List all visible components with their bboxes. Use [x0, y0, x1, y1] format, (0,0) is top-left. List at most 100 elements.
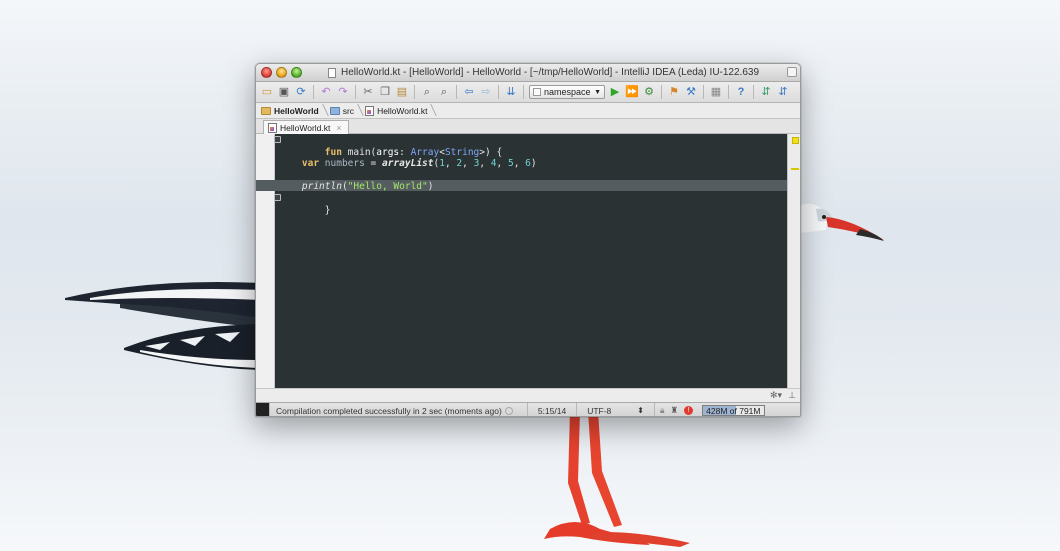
code-line-4: } [274, 192, 791, 216]
comma: , [444, 158, 457, 169]
status-icons: 🔒︎ ♜ ! [654, 403, 698, 416]
project-structure-icon[interactable]: ⚒ [684, 85, 698, 99]
bottom-tool-strip: ✻▾ ⊥ [256, 388, 800, 402]
undo-icon[interactable]: ↶ [319, 85, 333, 99]
coverage-icon[interactable]: ⚙ [642, 85, 656, 99]
paren-close: ) [427, 181, 434, 192]
signature-end: >) { [479, 147, 503, 158]
main-toolbar: ▭ ▣ ⟳ ↶ ↷ ✂ ❐ ▤ ⌕ ⌕ ⇦ ⇨ ⇊ namespace ▼ ▶ … [256, 82, 800, 103]
plugin-icon[interactable]: ⇵ [759, 85, 773, 99]
find-icon[interactable]: ⌕ [420, 85, 434, 99]
pin-icon[interactable]: ⊥ [788, 390, 796, 401]
synchronize-icon[interactable]: ⟳ [294, 85, 308, 99]
comma: , [462, 158, 474, 169]
seagull-head [800, 203, 884, 241]
seagull-legs [544, 411, 690, 547]
forward-icon[interactable]: ⇨ [479, 85, 493, 99]
settings-icon[interactable]: ▦ [709, 85, 723, 99]
run-configuration-select[interactable]: namespace ▼ [529, 85, 605, 99]
breadcrumb-project[interactable]: HelloWorld [261, 106, 326, 116]
kotlin-config-icon [533, 88, 541, 96]
update-icon[interactable]: ⇵ [776, 85, 790, 99]
help-icon[interactable]: ? [734, 85, 748, 99]
breadcrumb-file[interactable]: HelloWorld.kt [365, 105, 434, 116]
toolbar-separator [498, 85, 499, 99]
analysis-status-icon[interactable] [792, 137, 799, 144]
type-string: String [444, 147, 480, 158]
colon: : [399, 147, 411, 158]
cut-icon[interactable]: ✂ [361, 85, 375, 99]
toolbar-separator [523, 85, 524, 99]
window-controls [261, 67, 302, 78]
toolbar-separator [728, 85, 729, 99]
status-bar: Compilation completed successfully in 2 … [256, 402, 800, 416]
back-icon[interactable]: ⇦ [462, 85, 476, 99]
toolbar-separator [355, 85, 356, 99]
debug-icon[interactable]: ⏩ [625, 85, 639, 99]
comma: , [479, 158, 491, 169]
document-icon [328, 67, 336, 78]
run-icon[interactable]: ▶ [608, 85, 622, 99]
gear-icon[interactable]: ✻▾ [770, 390, 782, 401]
error-indicator-icon[interactable]: ! [684, 406, 694, 415]
kotlin-file-icon [268, 123, 277, 133]
redo-icon[interactable]: ↷ [336, 85, 350, 99]
breadcrumb-label: src [342, 105, 355, 116]
open-folder-icon[interactable]: ▭ [260, 85, 274, 99]
assign: = [364, 158, 382, 169]
call-println: println [301, 181, 342, 192]
toolbar-separator [753, 85, 754, 99]
source-folder-icon [329, 106, 340, 115]
paren-close: ) [530, 158, 537, 169]
param-name: args [376, 147, 400, 158]
make-project-icon[interactable]: ⇊ [504, 85, 518, 99]
toolbar-separator [703, 85, 704, 99]
string-literal: "Hello, World" [347, 181, 428, 192]
editor-tabs: HelloWorld.kt × [256, 119, 800, 135]
breadcrumb-label: HelloWorld [274, 105, 319, 116]
kotlin-file-icon [365, 105, 375, 116]
title-bar[interactable]: HelloWorld.kt - [HelloWorld] - HelloWorl… [256, 64, 800, 82]
chevron-down-icon: ▼ [594, 88, 601, 96]
toolbar-separator [456, 85, 457, 99]
replace-icon[interactable]: ⌕ [437, 85, 451, 99]
toolbar-separator [414, 85, 415, 99]
fullscreen-icon[interactable] [787, 67, 797, 77]
window-title: HelloWorld.kt - [HelloWorld] - HelloWorl… [341, 67, 760, 78]
minimize-window-button[interactable] [276, 67, 287, 78]
code-editor[interactable]: fun main(args: Array<String>) { var numb… [256, 134, 787, 402]
vcs-icon[interactable]: ⚑ [667, 85, 681, 99]
tool-windows-toggle[interactable] [256, 402, 270, 416]
close-window-button[interactable] [261, 67, 272, 78]
ide-window: HelloWorld.kt - [HelloWorld] - HelloWorl… [255, 63, 801, 417]
encoding-label: UTF-8 [587, 405, 612, 416]
error-stripe[interactable] [787, 134, 800, 402]
zoom-window-button[interactable] [291, 67, 302, 78]
comma: , [496, 158, 508, 169]
lock-icon[interactable]: 🔒︎ [660, 405, 665, 416]
seagull-wing-lower [124, 324, 260, 370]
save-all-icon[interactable]: ▣ [277, 85, 291, 99]
warning-marker[interactable] [791, 168, 799, 170]
function-name: main( [341, 147, 377, 158]
caret-position[interactable]: 5:15/14 [526, 403, 576, 416]
breadcrumb-label: HelloWorld.kt [377, 105, 428, 116]
copy-icon[interactable]: ❐ [378, 85, 392, 99]
code-line-2: var numbers = arrayList(1, 2, 3, 4, 5, 6… [279, 157, 791, 180]
tab-label: HelloWorld.kt [280, 123, 331, 133]
memory-indicator[interactable]: 428M of 791M [702, 405, 765, 416]
comma: , [513, 158, 526, 169]
code-content[interactable]: fun main(args: Array<String>) { var numb… [274, 134, 791, 216]
paste-icon[interactable]: ▤ [395, 85, 409, 99]
left-tool-strip [256, 134, 275, 402]
fold-icon[interactable] [274, 136, 281, 143]
encoding-select[interactable]: UTF-8 ⬍ [576, 403, 654, 416]
code-line-3: println("Hello, World") [279, 180, 791, 192]
toolbar-separator [661, 85, 662, 99]
fold-icon[interactable] [274, 194, 281, 201]
close-tab-icon[interactable]: × [336, 123, 341, 133]
status-message[interactable]: Compilation completed successfully in 2 … [276, 406, 502, 416]
inspector-icon[interactable]: ♜ [671, 405, 679, 416]
tab-helloworld-kt[interactable]: HelloWorld.kt × [263, 120, 349, 135]
breadcrumb-src[interactable]: src [329, 105, 361, 116]
